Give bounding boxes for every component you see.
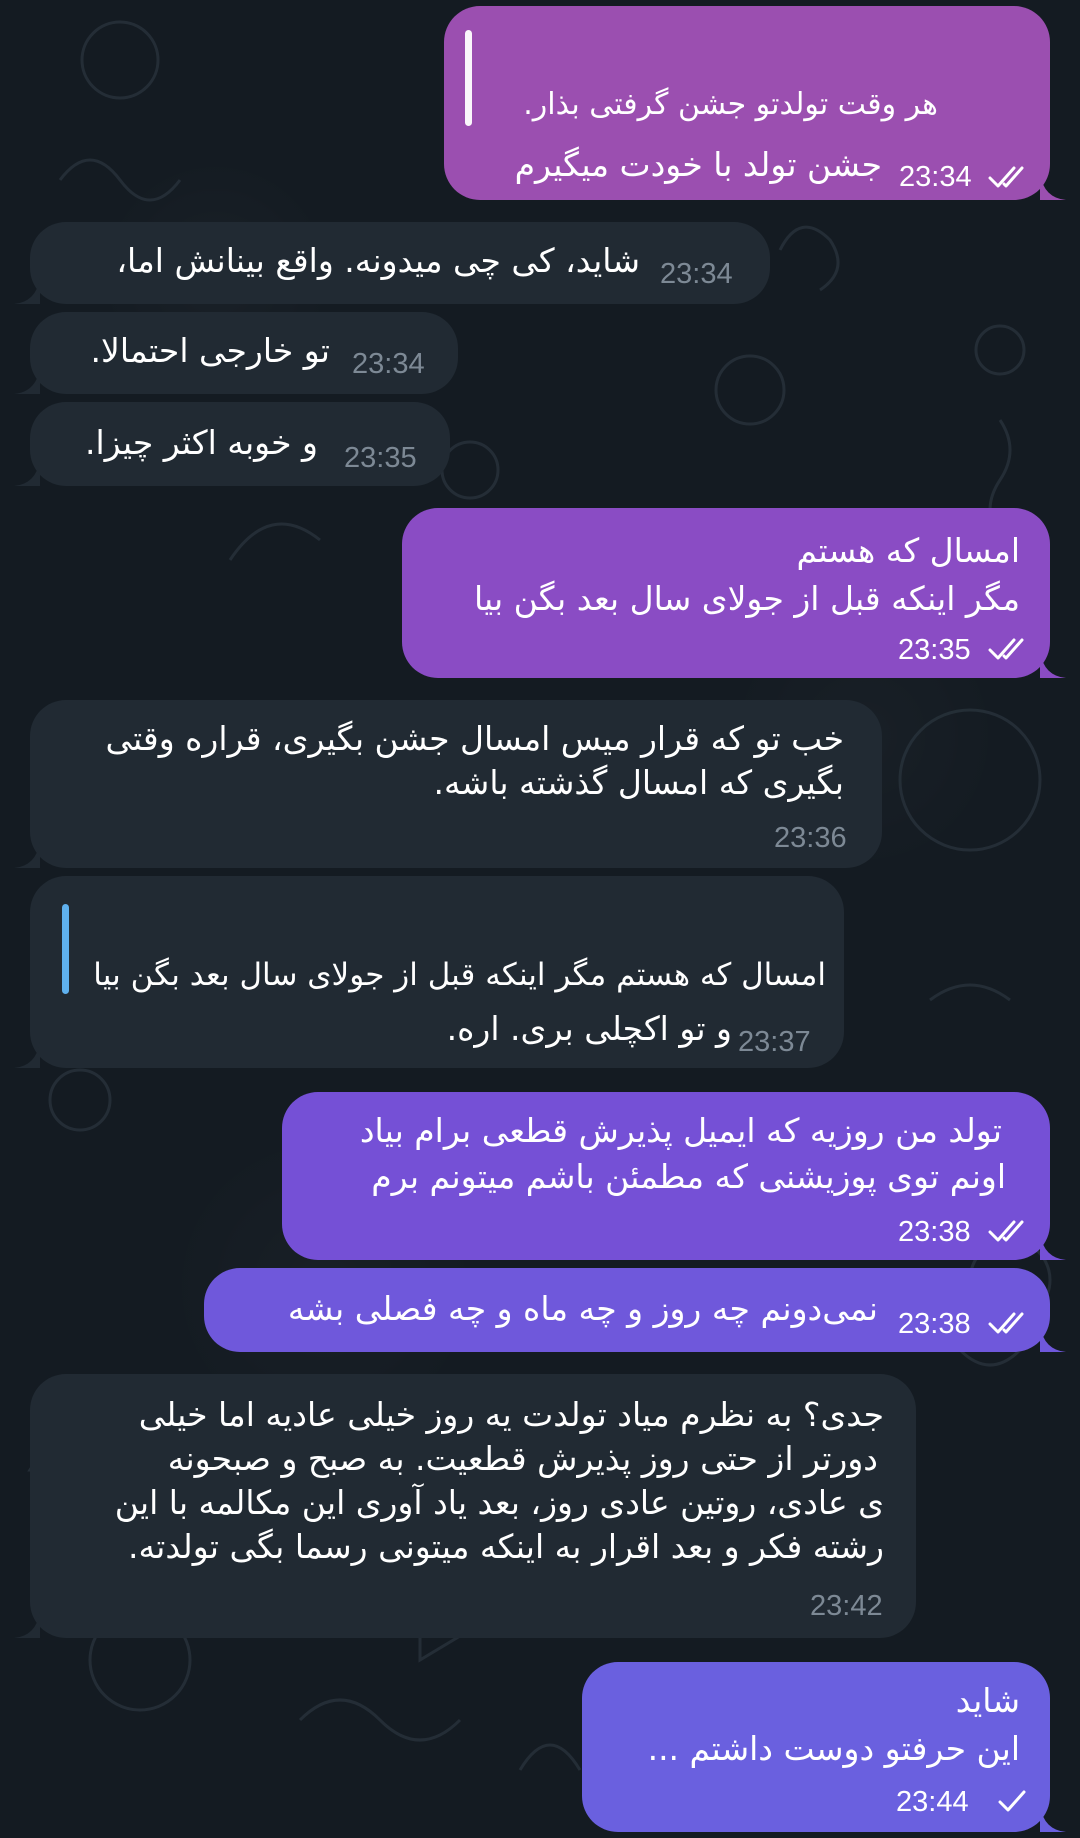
message-text: تو خارجی احتمالا. [90, 331, 330, 370]
bubble-tail [14, 842, 40, 868]
message-text-line: مگر اینکه قبل از جولای سال بعد بگن بیا [473, 579, 1020, 618]
message-time: 23:44 [896, 1786, 969, 1818]
message-text: و خوبه اکثر چیزا. [85, 423, 318, 462]
message-time: 23:34 [352, 348, 425, 380]
message-text-line: ی عادی، روتین عادی روز، بعد یاد آوری این… [114, 1483, 884, 1522]
read-double-check-icon [988, 1220, 1024, 1242]
bubble-tail [1040, 174, 1066, 200]
reply-context-text: هر وقت تولدتو جشن گرفتی بذار. [523, 87, 938, 122]
bubble-tail [1040, 1806, 1066, 1832]
message-text-line: این حرفتو دوست داشتم ... [647, 1729, 1020, 1768]
message-time: 23:34 [660, 258, 733, 290]
message-text: نمی‌دونم چه روز و چه ماه و چه فصلی بشه [287, 1289, 878, 1328]
message-text-line: جدی؟ به نظرم میاد تولدت یه روز خیلی عادی… [138, 1395, 884, 1434]
bubble-tail [14, 368, 40, 394]
message-text: و تو اکچلی بری. اره. [446, 1009, 732, 1048]
read-double-check-icon [988, 1312, 1024, 1334]
message-bubble-outgoing[interactable]: تولد من روزیه که ایمیل پذیرش قطعی برام ب… [282, 1092, 1066, 1260]
reply-quote-bar [62, 904, 69, 994]
bubble-tail [14, 1042, 40, 1068]
message-time: 23:38 [898, 1308, 971, 1340]
bubble-tail [1040, 1326, 1066, 1352]
reply-quote-text[interactable]: امسال که هستم مگر اینکه قبل از جولای سال… [93, 954, 826, 996]
message-bubble-incoming[interactable]: خب تو که قرار میس امسال جشن بگیری، قراره… [14, 700, 882, 868]
message-time: 23:38 [898, 1216, 971, 1248]
message-text-line: بگیری که امسال گذشته باشه. [433, 763, 845, 802]
message-text-line: امسال که هستم [796, 531, 1020, 570]
message-text: جشن تولد با خودت میگیرم [514, 145, 882, 184]
read-double-check-icon [988, 166, 1024, 188]
message-bubble-incoming[interactable]: تو خارجی احتمالا. 23:34 [14, 312, 458, 394]
bubble-tail [1040, 652, 1066, 678]
message-time: 23:37 [738, 1026, 811, 1058]
message-bubble-outgoing[interactable]: هر وقت تولدتو جشن گرفتی بذار. جشن تولد ب… [444, 6, 1066, 200]
reply-quote-bar [465, 30, 472, 126]
message-bubble-incoming[interactable]: و خوبه اکثر چیزا. 23:35 [14, 402, 450, 486]
message-time: 23:34 [899, 161, 972, 193]
message-text-line: شاید [955, 1681, 1020, 1720]
bubble-tail [14, 1612, 40, 1638]
message-time: 23:36 [774, 822, 847, 854]
message-text-line: خب تو که قرار میس امسال جشن بگیری، قراره… [105, 719, 844, 758]
message-text-line: اونم توی پوزیشنی که مطمئن باشم میتونم بر… [371, 1157, 1006, 1196]
bubble-tail [14, 460, 40, 486]
message-bubble-outgoing[interactable]: امسال که هستم مگر اینکه قبل از جولای سال… [402, 508, 1066, 678]
bubble-tail [14, 278, 40, 304]
message-bubble-incoming[interactable]: امسال که هستم مگر اینکه قبل از جولای سال… [14, 876, 844, 1068]
message-time: 23:42 [810, 1590, 883, 1622]
sent-single-check-icon [998, 1790, 1026, 1812]
chat-area[interactable]: هر وقت تولدتو جشن گرفتی بذار. جشن تولد ب… [0, 0, 1080, 1838]
message-text: شاید، کی چی میدونه. واقع بینانش اما، [116, 241, 640, 280]
bubble-tail [1040, 1234, 1066, 1260]
message-bubble-incoming[interactable]: شاید، کی چی میدونه. واقع بینانش اما، 23:… [14, 222, 770, 304]
read-double-check-icon [988, 638, 1024, 660]
message-bubble-outgoing[interactable]: شاید این حرفتو دوست داشتم ... 23:44 [582, 1662, 1066, 1832]
message-text-line: رشته فکر و بعد اقرار به اینکه میتونی رسم… [127, 1527, 884, 1566]
message-time: 23:35 [898, 634, 971, 666]
message-text-line: تولد من روزیه که ایمیل پذیرش قطعی برام ب… [359, 1111, 1002, 1150]
message-bubble-incoming[interactable]: جدی؟ به نظرم میاد تولدت یه روز خیلی عادی… [14, 1374, 916, 1638]
message-text-line: دورتر از حتی روز پذیرش قطعیت. به صبح و ص… [167, 1439, 878, 1478]
message-bubble-outgoing[interactable]: نمی‌دونم چه روز و چه ماه و چه فصلی بشه 2… [204, 1268, 1066, 1352]
message-time: 23:35 [344, 442, 417, 474]
